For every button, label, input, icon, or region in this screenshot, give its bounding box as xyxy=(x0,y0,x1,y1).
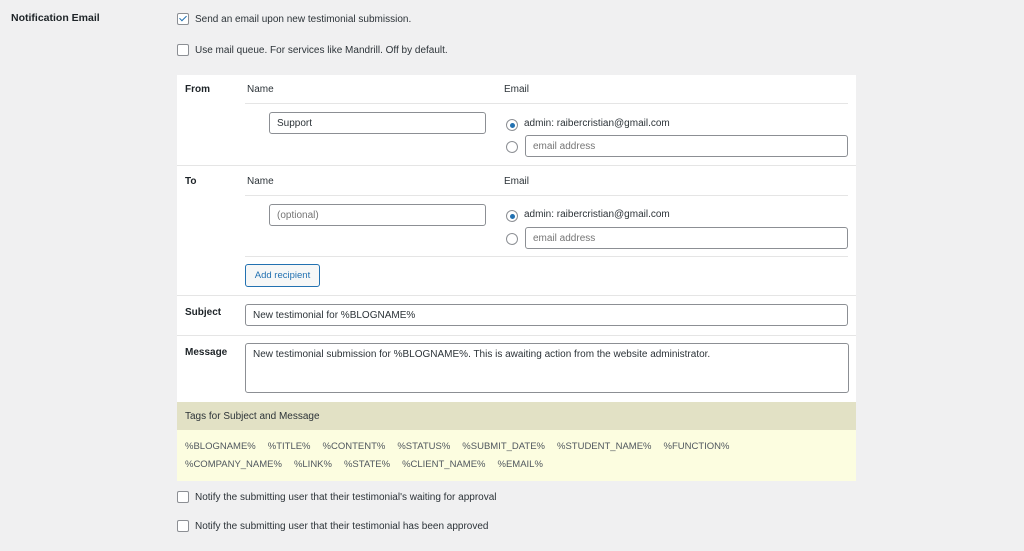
from-email-header: Email xyxy=(504,84,530,95)
from-admin-radio[interactable] xyxy=(506,119,518,131)
tag-item: %TITLE% xyxy=(267,441,311,452)
tag-item: %FUNCTION% xyxy=(663,441,730,452)
add-recipient-button[interactable]: Add recipient xyxy=(245,264,320,287)
to-email-header: Email xyxy=(504,176,530,187)
tags-header: Tags for Subject and Message xyxy=(177,402,856,430)
tag-item: %STATUS% xyxy=(397,441,451,452)
divider xyxy=(177,165,856,166)
notify-approved-option[interactable]: Notify the submitting user that their te… xyxy=(177,520,489,532)
tag-item: %BLOGNAME% xyxy=(185,441,256,452)
message-label: Message xyxy=(185,347,228,358)
from-name-header: Name xyxy=(247,84,274,95)
mail-queue-option[interactable]: Use mail queue. For services like Mandri… xyxy=(177,44,448,56)
email-settings-panel: From Name Email Support admin: raibercri… xyxy=(177,75,856,481)
message-textarea[interactable]: New testimonial submission for %BLOGNAME… xyxy=(245,343,849,393)
notify-approved-label: Notify the submitting user that their te… xyxy=(195,520,489,532)
to-admin-label: admin: raibercristian@gmail.com xyxy=(524,209,670,220)
tag-item: %CONTENT% xyxy=(322,441,386,452)
tag-item: %EMAIL% xyxy=(497,459,543,470)
tags-list: %BLOGNAME% %TITLE% %CONTENT% %STATUS% %SUBMI… xyxy=(177,430,856,481)
divider xyxy=(177,335,856,336)
notify-waiting-label: Notify the submitting user that their te… xyxy=(195,491,497,503)
from-email-input[interactable]: email address xyxy=(525,135,848,157)
send-email-checkbox[interactable] xyxy=(177,13,189,25)
to-label: To xyxy=(185,176,197,187)
tag-item: %COMPANY_NAME% xyxy=(185,459,282,470)
notify-waiting-checkbox[interactable] xyxy=(177,491,189,503)
to-admin-radio[interactable] xyxy=(506,210,518,222)
from-label: From xyxy=(185,84,210,95)
to-custom-radio[interactable] xyxy=(506,233,518,245)
tags-row: %BLOGNAME% %TITLE% %CONTENT% %STATUS% %SUBMI… xyxy=(185,438,848,456)
subject-label: Subject xyxy=(185,307,222,318)
subject-input[interactable]: New testimonial for %BLOGNAME% xyxy=(245,304,848,326)
to-name-header: Name xyxy=(247,176,274,187)
section-label: Notification Email xyxy=(11,12,100,24)
tag-item: %STATE% xyxy=(343,459,391,470)
send-email-label: Send an email upon new testimonial submi… xyxy=(195,13,412,25)
notify-waiting-option[interactable]: Notify the submitting user that their te… xyxy=(177,491,497,503)
divider xyxy=(245,256,848,257)
from-custom-radio[interactable] xyxy=(506,141,518,153)
divider xyxy=(245,103,848,104)
mail-queue-checkbox[interactable] xyxy=(177,44,189,56)
notify-approved-checkbox[interactable] xyxy=(177,520,189,532)
tags-row: %COMPANY_NAME% %LINK% %STATE% %CLIENT_NAME%… xyxy=(185,456,848,474)
send-email-option[interactable]: Send an email upon new testimonial submi… xyxy=(177,13,411,25)
divider xyxy=(177,295,856,296)
divider xyxy=(245,195,848,196)
tag-item: %SUBMIT_DATE% xyxy=(462,441,545,452)
tag-item: %STUDENT_NAME% xyxy=(557,441,652,452)
from-admin-label: admin: raibercristian@gmail.com xyxy=(524,118,670,129)
mail-queue-label: Use mail queue. For services like Mandri… xyxy=(195,44,448,56)
tag-item: %LINK% xyxy=(293,459,332,470)
from-name-input[interactable]: Support xyxy=(269,112,486,134)
to-email-input[interactable]: email address xyxy=(525,227,848,249)
tag-item: %CLIENT_NAME% xyxy=(402,459,486,470)
to-name-input[interactable]: (optional) xyxy=(269,204,486,226)
